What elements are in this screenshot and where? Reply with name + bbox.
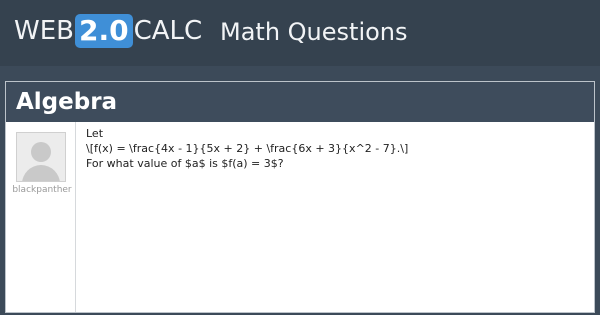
question-card: Algebra blackpanther Let \[f(x) = \frac{… [5, 81, 595, 313]
question-line: Let [86, 127, 104, 140]
avatar-icon [16, 132, 66, 182]
question-body: Let \[f(x) = \frac{4x - 1}{5x + 2} + \fr… [86, 127, 586, 172]
question-line: \[f(x) = \frac{4x - 1}{5x + 2} + \frac{6… [86, 142, 409, 155]
author-column: blackpanther [6, 122, 76, 312]
site-logo[interactable]: WEB 2.0 CALC [14, 13, 202, 49]
question-line: For what value of $a$ is $f(a) = 3$? [86, 157, 284, 170]
site-header: WEB 2.0 CALC Math Questions [0, 0, 600, 66]
site-title-link[interactable]: Math Questions [220, 14, 408, 50]
category-header: Algebra [6, 82, 594, 122]
logo-badge: 2.0 [74, 14, 133, 48]
logo-prefix: WEB [14, 16, 74, 46]
logo-suffix: CALC [133, 16, 203, 46]
author-username[interactable]: blackpanther [8, 185, 76, 195]
category-title: Algebra [16, 89, 118, 115]
